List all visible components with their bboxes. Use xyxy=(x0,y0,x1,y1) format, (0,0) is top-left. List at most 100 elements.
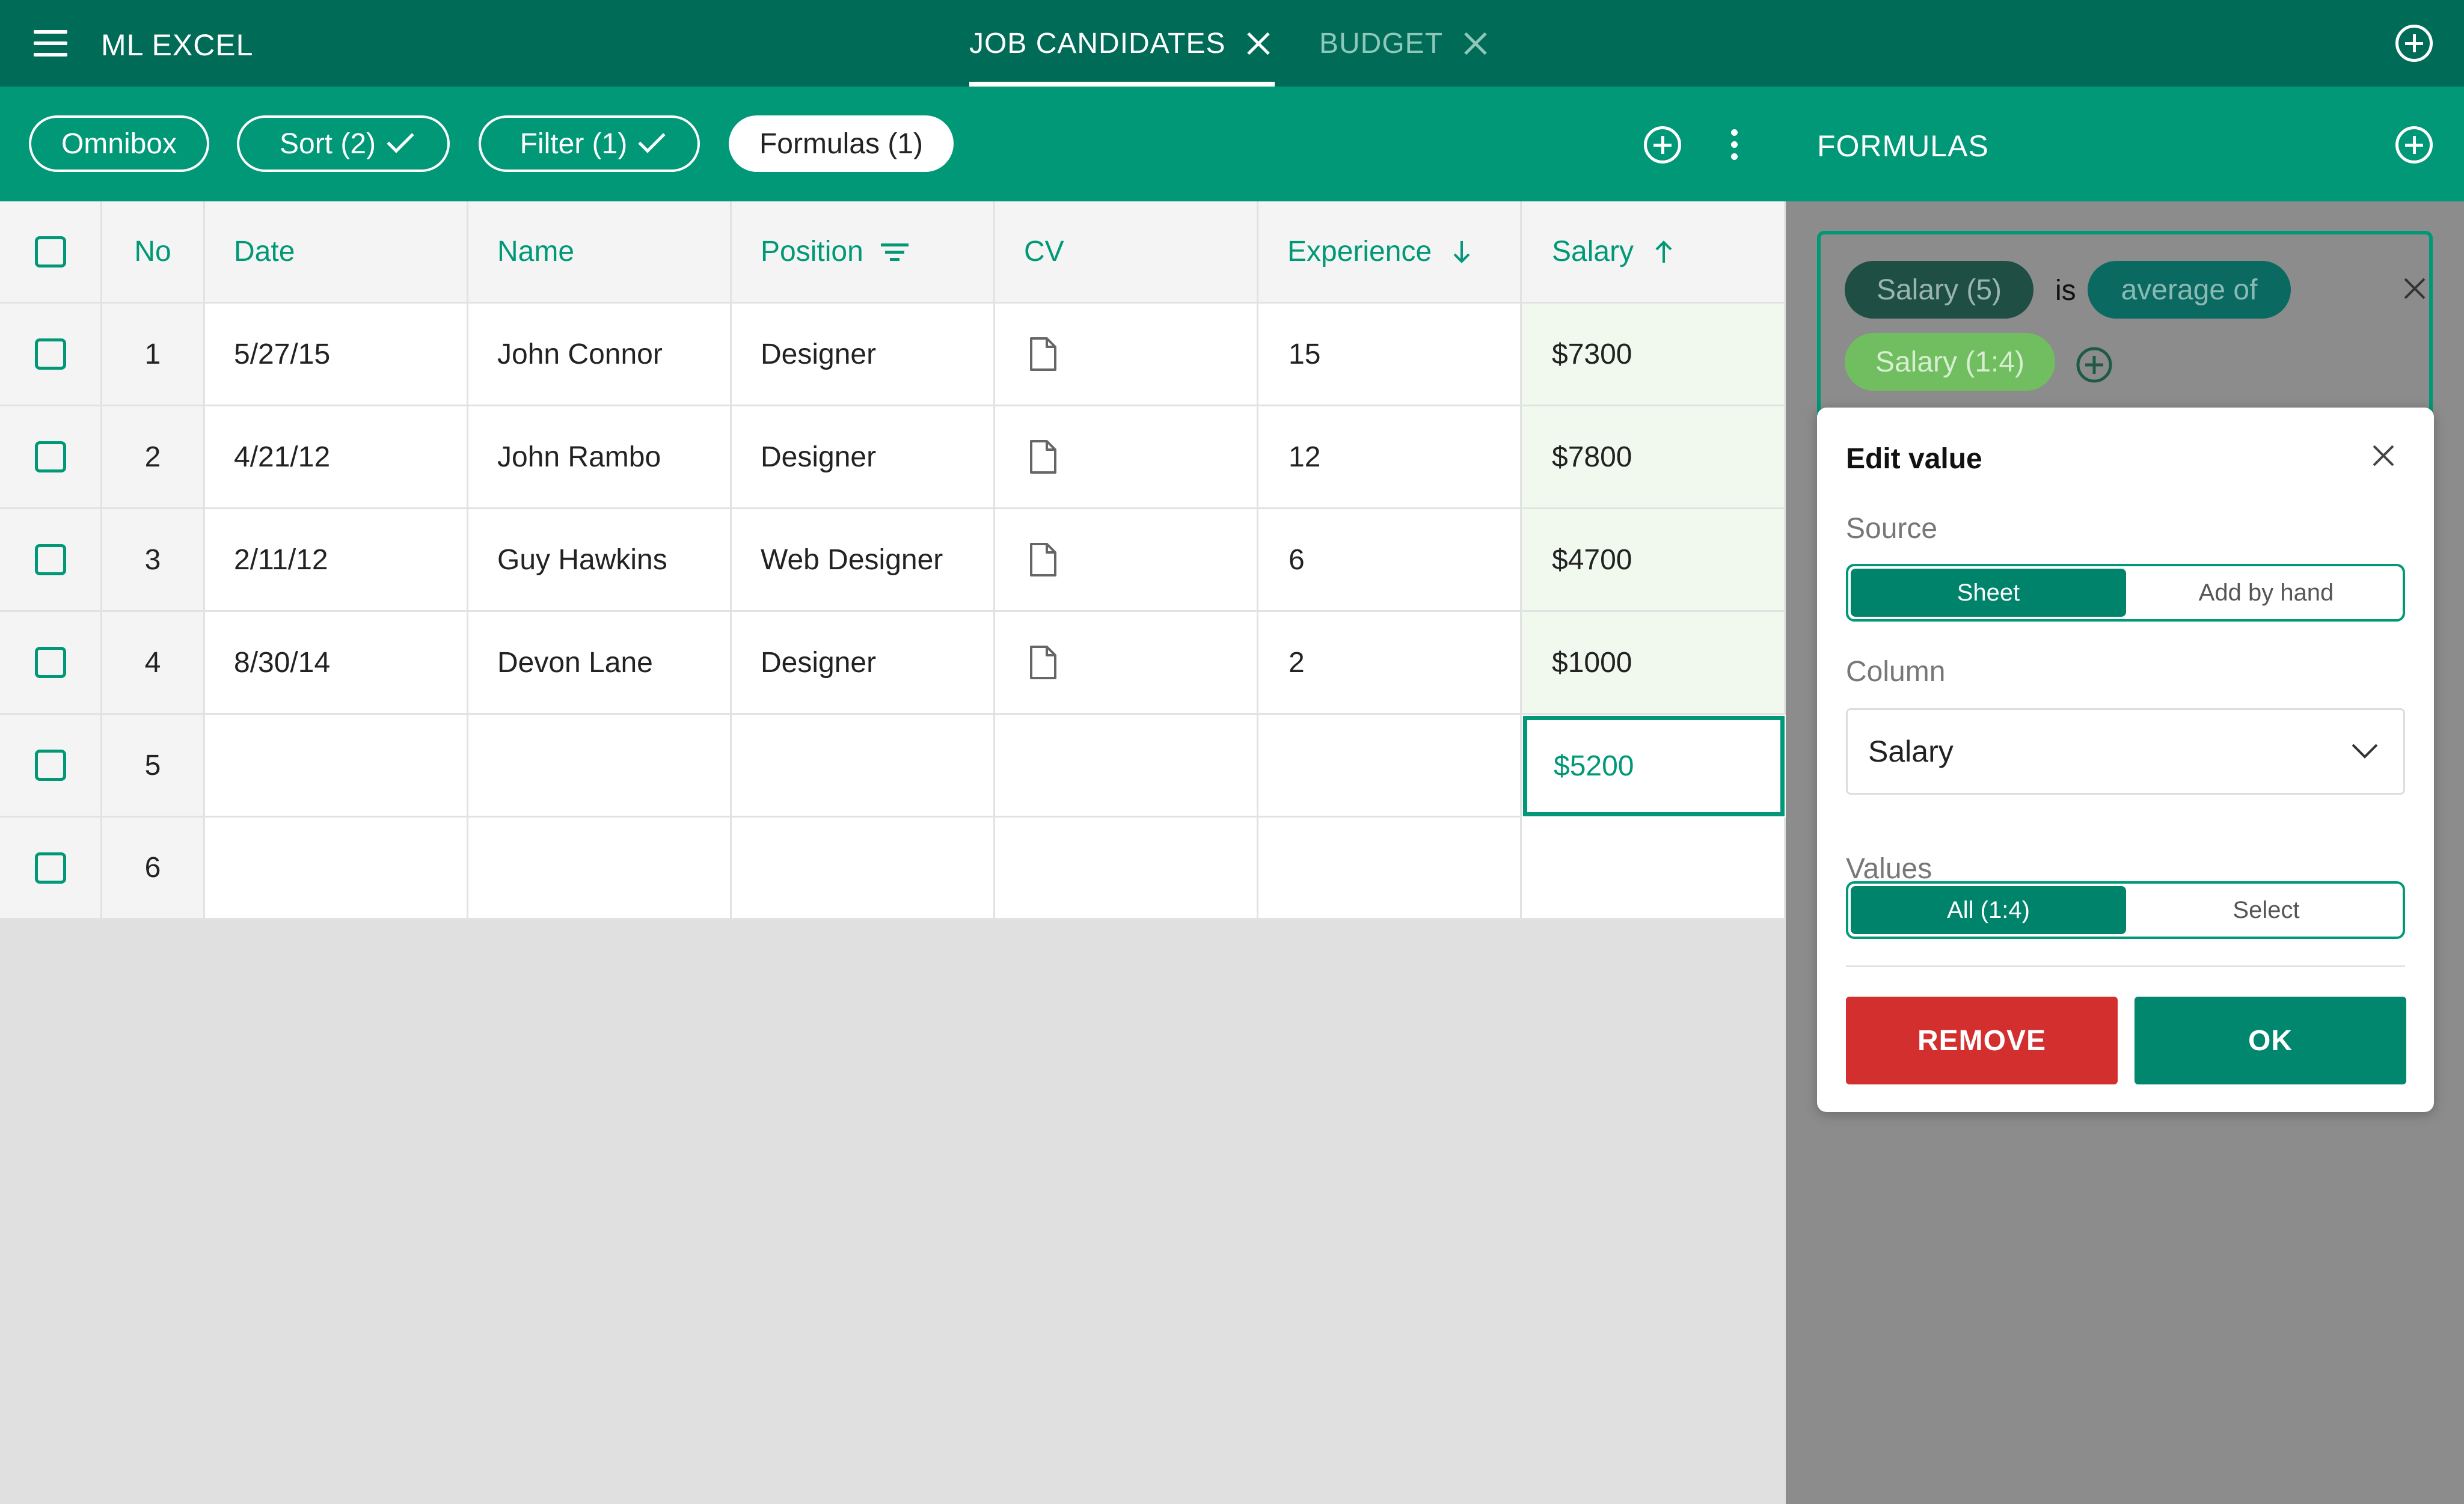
divider xyxy=(1846,965,2405,967)
cell-cv[interactable] xyxy=(995,509,1258,612)
header-label: CV xyxy=(1024,236,1064,267)
formula-target-pill[interactable]: Salary (5) xyxy=(1845,261,2033,319)
filter-icon[interactable] xyxy=(880,241,909,263)
row-select-cell xyxy=(0,612,102,715)
cell-position[interactable] xyxy=(732,715,995,818)
close-icon[interactable] xyxy=(2403,277,2427,301)
values-select-option[interactable]: Select xyxy=(2128,886,2404,934)
column-select[interactable]: Salary xyxy=(1846,708,2405,795)
arrow-up-icon[interactable] xyxy=(1652,239,1676,265)
cell-position[interactable]: Designer xyxy=(732,612,995,715)
cell-salary[interactable]: $7300 xyxy=(1522,304,1786,406)
cell-name[interactable] xyxy=(468,715,732,818)
dialog-title: Edit value xyxy=(1846,443,1982,475)
close-icon[interactable] xyxy=(1463,31,1488,55)
formula-function-pill[interactable]: average of xyxy=(2088,261,2291,319)
source-label: Source xyxy=(1846,513,1938,545)
row-checkbox[interactable] xyxy=(34,852,66,884)
remove-button[interactable]: REMOVE xyxy=(1846,997,2118,1084)
row-checkbox[interactable] xyxy=(34,441,66,472)
cell-date[interactable]: 2/11/12 xyxy=(205,509,468,612)
values-all-option[interactable]: All (1:4) xyxy=(1851,886,2126,934)
arrow-down-icon[interactable] xyxy=(1450,239,1474,265)
row-checkbox[interactable] xyxy=(34,544,66,575)
header-name[interactable]: Name xyxy=(468,201,732,304)
document-icon[interactable] xyxy=(1029,644,1058,680)
header-label: Name xyxy=(497,236,575,267)
cell-cv[interactable] xyxy=(995,715,1258,818)
cell-date[interactable]: 5/27/15 xyxy=(205,304,468,406)
header-cv[interactable]: CV xyxy=(995,201,1258,304)
cell-salary[interactable] xyxy=(1522,818,1786,920)
cell-position[interactable]: Designer xyxy=(732,304,995,406)
cell-name[interactable]: Guy Hawkins xyxy=(468,509,732,612)
row-checkbox[interactable] xyxy=(34,338,66,370)
cell-no: 5 xyxy=(102,715,205,818)
cell-date[interactable] xyxy=(205,818,468,920)
cell-date[interactable]: 8/30/14 xyxy=(205,612,468,715)
column-label: Column xyxy=(1846,656,1946,688)
cell-salary[interactable]: $1000 xyxy=(1522,612,1786,715)
cell-position[interactable] xyxy=(732,818,995,920)
sort-button[interactable]: Sort (2) xyxy=(237,115,450,172)
app-root: ML EXCEL JOB CANDIDATES BUDGET Omnibox S… xyxy=(0,0,2464,1504)
cell-no: 3 xyxy=(102,509,205,612)
add-icon[interactable] xyxy=(1644,126,1681,164)
document-icon[interactable] xyxy=(1029,542,1058,578)
source-sheet-option[interactable]: Sheet xyxy=(1851,569,2126,617)
cell-experience[interactable]: 12 xyxy=(1258,406,1522,509)
cell-position[interactable]: Web Designer xyxy=(732,509,995,612)
cell-salary-selected[interactable]: $5200 xyxy=(1523,716,1785,816)
chevron-down-icon xyxy=(2352,744,2378,759)
tab-job-candidates[interactable]: JOB CANDIDATES xyxy=(969,0,1275,87)
add-argument-icon[interactable] xyxy=(2076,346,2113,384)
document-icon[interactable] xyxy=(1029,439,1058,475)
check-icon xyxy=(387,126,414,153)
omnibox-button[interactable]: Omnibox xyxy=(29,115,209,172)
cell-position[interactable]: Designer xyxy=(732,406,995,509)
document-icon[interactable] xyxy=(1029,336,1058,372)
filter-button[interactable]: Filter (1) xyxy=(479,115,700,172)
tab-budget[interactable]: BUDGET xyxy=(1319,0,1488,87)
select-all-checkbox[interactable] xyxy=(34,236,66,267)
header-salary[interactable]: Salary xyxy=(1522,201,1786,304)
add-tab-icon[interactable] xyxy=(2395,25,2433,62)
select-all-cell xyxy=(0,201,102,304)
menu-icon[interactable] xyxy=(31,30,70,57)
close-icon[interactable] xyxy=(1246,31,1270,55)
header-no[interactable]: No xyxy=(102,201,205,304)
cell-date[interactable] xyxy=(205,715,468,818)
header-position[interactable]: Position xyxy=(732,201,995,304)
cell-cv[interactable] xyxy=(995,612,1258,715)
sort-label: Sort (2) xyxy=(279,127,376,160)
close-icon[interactable] xyxy=(2371,444,2395,468)
cell-cv[interactable] xyxy=(995,406,1258,509)
row-select-cell xyxy=(0,715,102,818)
cell-name[interactable]: John Connor xyxy=(468,304,732,406)
header-date[interactable]: Date xyxy=(205,201,468,304)
cell-date[interactable]: 4/21/12 xyxy=(205,406,468,509)
source-add-by-hand-option[interactable]: Add by hand xyxy=(2128,569,2404,617)
formula-argument-pill[interactable]: Salary (1:4) xyxy=(1845,333,2055,391)
cell-salary[interactable]: $4700 xyxy=(1522,509,1786,612)
more-options-icon[interactable] xyxy=(1728,129,1740,160)
cell-experience[interactable]: 6 xyxy=(1258,509,1522,612)
header-label: Date xyxy=(234,236,295,267)
cell-experience[interactable] xyxy=(1258,715,1522,818)
header-experience[interactable]: Experience xyxy=(1258,201,1522,304)
cell-name[interactable] xyxy=(468,818,732,920)
cell-name[interactable]: John Rambo xyxy=(468,406,732,509)
cell-experience[interactable]: 2 xyxy=(1258,612,1522,715)
add-formula-icon[interactable] xyxy=(2395,126,2433,164)
row-checkbox[interactable] xyxy=(34,647,66,678)
cell-cv[interactable] xyxy=(995,818,1258,920)
cell-cv[interactable] xyxy=(995,304,1258,406)
app-title: ML EXCEL xyxy=(101,28,254,62)
formulas-button[interactable]: Formulas (1) xyxy=(729,115,954,172)
row-checkbox[interactable] xyxy=(34,750,66,781)
cell-experience[interactable] xyxy=(1258,818,1522,920)
ok-button[interactable]: OK xyxy=(2135,997,2406,1084)
cell-salary[interactable]: $7800 xyxy=(1522,406,1786,509)
cell-experience[interactable]: 15 xyxy=(1258,304,1522,406)
cell-name[interactable]: Devon Lane xyxy=(468,612,732,715)
